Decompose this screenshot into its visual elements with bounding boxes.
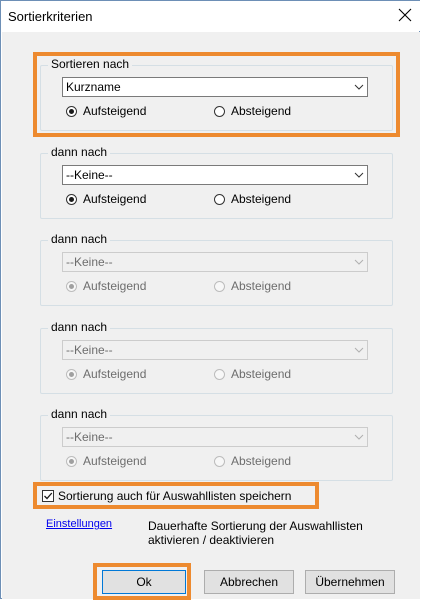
save-sort-checkbox[interactable]: Sortierung auch für Auswahllisten speich… xyxy=(42,488,291,504)
group-legend: dann nach xyxy=(48,145,111,159)
radio-label: Aufsteigend xyxy=(83,279,147,293)
sort-field-select[interactable]: --Keine-- xyxy=(62,340,368,360)
radio-dot xyxy=(66,280,77,292)
radio-label: Aufsteigend xyxy=(83,367,147,381)
sort-field-select[interactable]: Kurzname xyxy=(62,77,368,97)
radio-dot xyxy=(66,193,77,205)
radio-ascending[interactable]: Aufsteigend xyxy=(66,104,146,118)
radio-ascending[interactable]: Aufsteigend xyxy=(66,367,146,381)
sort-group-secondary: dann nach --Keine-- Aufsteigend Absteige… xyxy=(40,145,393,219)
title-bar: Sortierkriterien xyxy=(1,1,421,31)
radio-dot xyxy=(66,455,77,467)
dialog-title: Sortierkriterien xyxy=(8,9,93,24)
radio-dot xyxy=(214,280,225,292)
radio-ascending[interactable]: Aufsteigend xyxy=(66,454,146,468)
radio-dot xyxy=(214,105,225,117)
radio-descending[interactable]: Absteigend xyxy=(214,454,291,468)
radio-descending[interactable]: Absteigend xyxy=(214,279,291,293)
radio-descending[interactable]: Absteigend xyxy=(214,367,291,381)
group-legend: dann nach xyxy=(48,232,111,246)
radio-label: Aufsteigend xyxy=(83,104,147,118)
settings-description: Dauerhafte Sortierung der Auswahllisten … xyxy=(148,519,363,547)
groupbox-frame xyxy=(40,415,393,481)
radio-ascending[interactable]: Aufsteigend xyxy=(66,279,146,293)
chevron-down-icon xyxy=(354,347,364,353)
sort-field-select[interactable]: --Keine-- xyxy=(62,252,368,272)
description-line: Dauerhafte Sortierung der Auswahllisten xyxy=(148,519,363,533)
select-value: --Keine-- xyxy=(66,430,113,444)
dialog-body: Sortieren nach Kurzname Aufsteigend Abst… xyxy=(2,32,420,599)
radio-dot xyxy=(214,193,225,205)
radio-label: Absteigend xyxy=(231,104,292,118)
checkmark-icon xyxy=(44,492,53,500)
sort-group-quaternary: dann nach --Keine-- Aufsteigend Absteige… xyxy=(40,320,393,394)
group-legend: dann nach xyxy=(48,407,111,421)
radio-dot xyxy=(214,455,225,467)
chevron-down-icon xyxy=(354,259,364,265)
chevron-down-icon xyxy=(354,172,364,178)
close-icon xyxy=(398,8,412,22)
radio-dot xyxy=(66,105,77,117)
sort-criteria-dialog: Sortierkriterien Sortieren nach Kurzname… xyxy=(0,0,421,599)
description-line: aktivieren / deaktivieren xyxy=(148,533,275,547)
chevron-down-icon xyxy=(354,434,364,440)
sort-group-quinary: dann nach --Keine-- Aufsteigend Absteige… xyxy=(40,407,393,481)
radio-dot xyxy=(214,368,225,380)
ok-button[interactable]: Ok xyxy=(102,570,186,594)
chevron-down-icon xyxy=(354,84,364,90)
sort-group-tertiary: dann nach --Keine-- Aufsteigend Absteige… xyxy=(40,232,393,306)
radio-descending[interactable]: Absteigend xyxy=(214,104,291,118)
radio-label: Absteigend xyxy=(231,454,292,468)
select-value: --Keine-- xyxy=(66,168,113,182)
select-value: --Keine-- xyxy=(66,343,113,357)
checkbox-label: Sortierung auch für Auswahllisten speich… xyxy=(58,489,292,503)
cancel-button[interactable]: Abbrechen xyxy=(204,570,294,594)
apply-button[interactable]: Übernehmen xyxy=(305,570,395,594)
select-value: Kurzname xyxy=(66,80,121,94)
groupbox-frame xyxy=(40,240,393,306)
radio-dot xyxy=(66,368,77,380)
radio-descending[interactable]: Absteigend xyxy=(214,192,291,206)
radio-ascending[interactable]: Aufsteigend xyxy=(66,192,146,206)
radio-label: Absteigend xyxy=(231,279,292,293)
group-legend: Sortieren nach xyxy=(48,57,133,71)
settings-link[interactable]: Einstellungen xyxy=(46,518,112,530)
radio-label: Absteigend xyxy=(231,367,292,381)
checkbox-box xyxy=(42,490,54,502)
radio-label: Aufsteigend xyxy=(83,454,147,468)
select-value: --Keine-- xyxy=(66,255,113,269)
groupbox-frame xyxy=(40,65,393,131)
radio-label: Aufsteigend xyxy=(83,192,147,206)
sort-group-primary: Sortieren nach Kurzname Aufsteigend Abst… xyxy=(40,57,393,131)
group-legend: dann nach xyxy=(48,320,111,334)
sort-field-select[interactable]: --Keine-- xyxy=(62,427,368,447)
groupbox-frame xyxy=(40,153,393,219)
groupbox-frame xyxy=(40,328,393,394)
close-button[interactable] xyxy=(395,5,415,25)
sort-field-select[interactable]: --Keine-- xyxy=(62,165,368,185)
radio-label: Absteigend xyxy=(231,192,292,206)
